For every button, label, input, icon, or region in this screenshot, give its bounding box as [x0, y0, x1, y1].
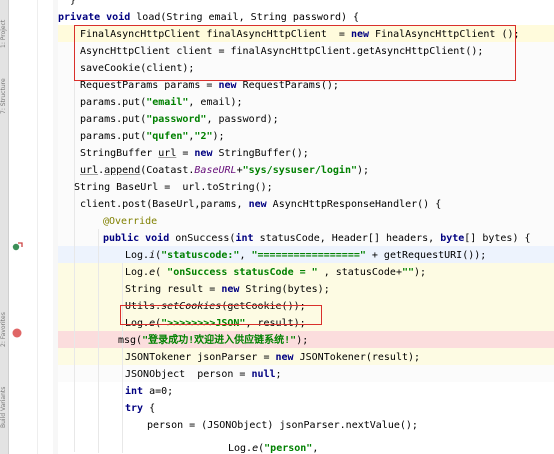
code-line-12: client.post(BaseUrl,params, new AsyncHtt…	[80, 199, 442, 210]
code-line-16: Log.e( "onSuccess statusCode = " , statu…	[125, 267, 427, 278]
editor-gutter[interactable]	[9, 0, 53, 454]
code-line-9: StringBuffer url = new StringBuffer();	[80, 148, 309, 159]
code-line-15: Log.i("statuscode:", "================="…	[125, 250, 487, 261]
code-line-6: params.put("email", email);	[80, 97, 243, 108]
favorites-tab[interactable]: 2: Favorites	[0, 300, 8, 360]
code-line-23: int a=0;	[125, 386, 174, 397]
gutter-divider	[37, 0, 38, 454]
code-line-21: JSONTokener jsonParser = new JSONTokener…	[125, 352, 421, 363]
code-line-24: try {	[125, 403, 156, 414]
code-line-22: JSONObject person = null;	[125, 369, 282, 380]
tool-window-strip: 1: Project 7: Structure 2: Favorites Bui…	[0, 0, 9, 454]
code-line-26: Log.e("person",	[228, 443, 319, 454]
override-icon[interactable]	[11, 238, 23, 257]
annotation-box-set-cookies	[120, 305, 322, 325]
code-line-7: params.put("password", password);	[80, 114, 279, 125]
code-line-1: private void load(String email, String p…	[58, 12, 360, 23]
code-line-20: msg("登录成功!欢迎进入供应链系统!");	[118, 335, 309, 346]
breakpoint-icon[interactable]	[12, 323, 22, 342]
code-line-10: url.append(Coatast.BaseURL+"sys/sysuser/…	[80, 165, 370, 176]
code-line-17: String result = new String(bytes);	[125, 284, 330, 295]
structure-tab[interactable]: 7: Structure	[0, 68, 8, 124]
code-line-25: person = (JSONObject) jsonParser.nextVal…	[147, 420, 418, 431]
project-tab[interactable]: 1: Project	[0, 6, 8, 62]
code-line-13: @Override	[103, 216, 158, 227]
code-line-11: String BaseUrl = url.toString();	[74, 182, 273, 193]
code-line-14: public void onSuccess(int statusCode, He…	[103, 233, 531, 244]
code-line-8: params.put("qufen","2");	[80, 131, 225, 142]
code-line-0: }	[70, 0, 77, 6]
annotation-box-client-setup	[74, 25, 516, 81]
build-variants-tab[interactable]: Build Variants	[0, 372, 8, 442]
